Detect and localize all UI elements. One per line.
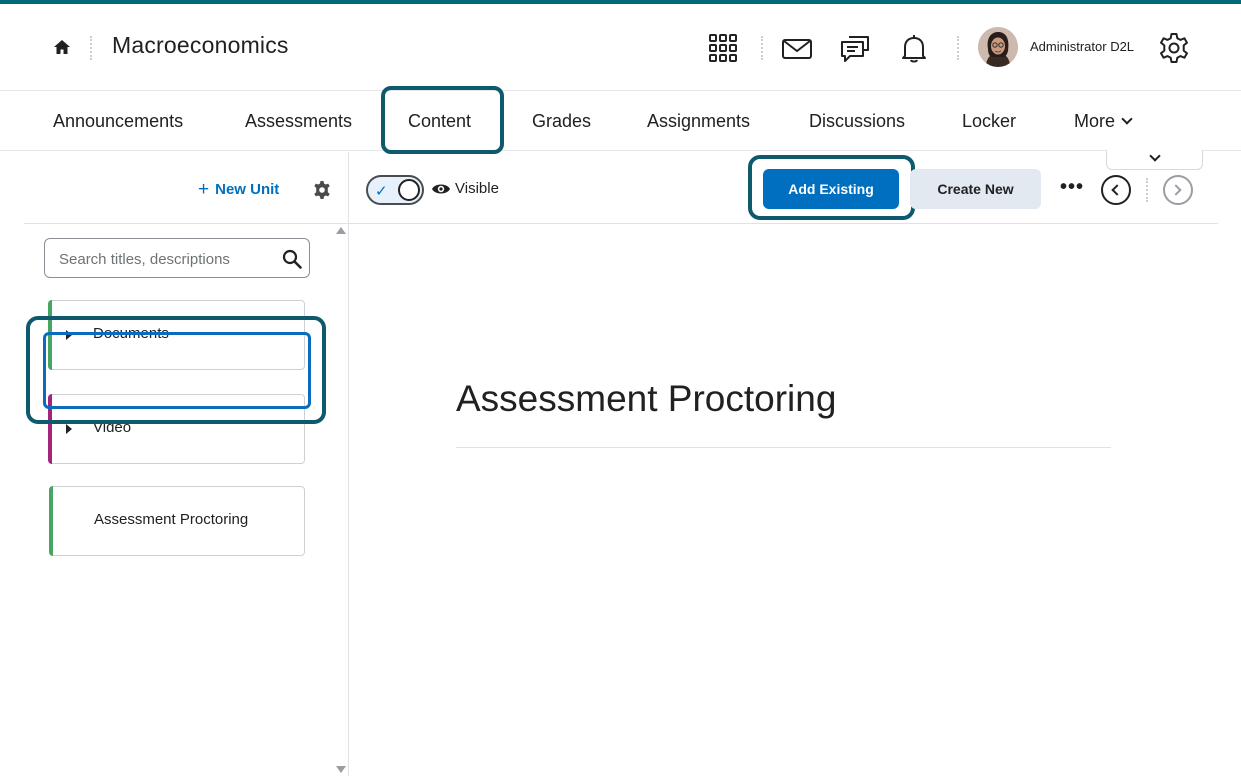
previous-topic-button[interactable] <box>1101 175 1131 205</box>
eye-icon <box>432 184 450 194</box>
header-separator <box>957 36 959 60</box>
bell-icon[interactable] <box>896 30 932 66</box>
scroll-down-arrow[interactable] <box>336 766 346 773</box>
visibility-toggle[interactable]: ✓ <box>366 175 424 205</box>
new-unit-label: New Unit <box>215 181 280 198</box>
nav-grades[interactable]: Grades <box>532 111 591 132</box>
nav-more-label: More <box>1074 111 1116 131</box>
search-icon[interactable] <box>281 248 303 270</box>
sidebar-divider <box>24 223 349 224</box>
search-input[interactable] <box>59 248 269 270</box>
course-navbar: Announcements Assessments Content Grades… <box>0 86 1241 154</box>
chevron-right-icon <box>1170 184 1182 196</box>
page-title: Assessment Proctoring <box>456 378 837 419</box>
next-topic-button[interactable] <box>1163 175 1193 205</box>
search-box <box>44 238 310 278</box>
nav-content[interactable]: Content <box>408 111 471 132</box>
nav-more[interactable]: More <box>1074 111 1133 132</box>
avatar[interactable] <box>978 27 1018 67</box>
check-icon: ✓ <box>375 183 388 200</box>
expand-caret-icon[interactable] <box>66 424 72 434</box>
plus-icon: + <box>198 179 210 200</box>
scroll-up-arrow[interactable] <box>336 227 346 234</box>
user-name[interactable]: Administrator D2L <box>1030 39 1134 54</box>
toggle-knob <box>398 179 420 201</box>
nav-locker[interactable]: Locker <box>962 111 1016 132</box>
unit-card-selected-outline <box>43 332 311 409</box>
create-new-button[interactable]: Create New <box>910 169 1041 209</box>
header-separator <box>761 36 763 60</box>
unit-accent <box>49 486 53 556</box>
home-icon[interactable] <box>52 37 72 57</box>
mail-icon[interactable] <box>779 30 815 66</box>
avatar-photo-icon <box>978 27 1018 67</box>
gear-icon[interactable] <box>312 180 332 200</box>
chevron-down-icon <box>1149 150 1161 162</box>
content-sidebar: + New Unit <box>0 152 349 776</box>
unit-label: Assessment Proctoring <box>94 511 249 528</box>
gear-icon[interactable] <box>1156 30 1192 66</box>
more-actions-button[interactable]: ••• <box>1060 176 1084 199</box>
unit-card-assessment-proctoring[interactable]: Assessment Proctoring <box>49 486 305 556</box>
new-unit-button[interactable]: + New Unit <box>198 178 279 200</box>
toolbar-separator <box>1146 178 1148 202</box>
chevron-down-icon <box>1121 113 1133 125</box>
course-title[interactable]: Macroeconomics <box>112 32 289 59</box>
collapse-header-toggle[interactable] <box>1106 150 1203 170</box>
visibility-label: Visible <box>455 180 499 197</box>
chat-icon[interactable] <box>837 30 873 66</box>
header-separator <box>90 36 92 60</box>
add-existing-button[interactable]: Add Existing <box>763 169 899 209</box>
apps-grid-icon[interactable] <box>705 30 741 66</box>
header: Macroeconomics Administrator D2L <box>0 4 1241 91</box>
nav-assessments[interactable]: Assessments <box>245 111 352 132</box>
title-divider <box>456 447 1111 448</box>
chevron-left-icon <box>1111 184 1123 196</box>
nav-assignments[interactable]: Assignments <box>647 111 750 132</box>
nav-announcements[interactable]: Announcements <box>53 111 183 132</box>
nav-discussions[interactable]: Discussions <box>809 111 905 132</box>
toolbar-divider <box>349 223 1218 224</box>
